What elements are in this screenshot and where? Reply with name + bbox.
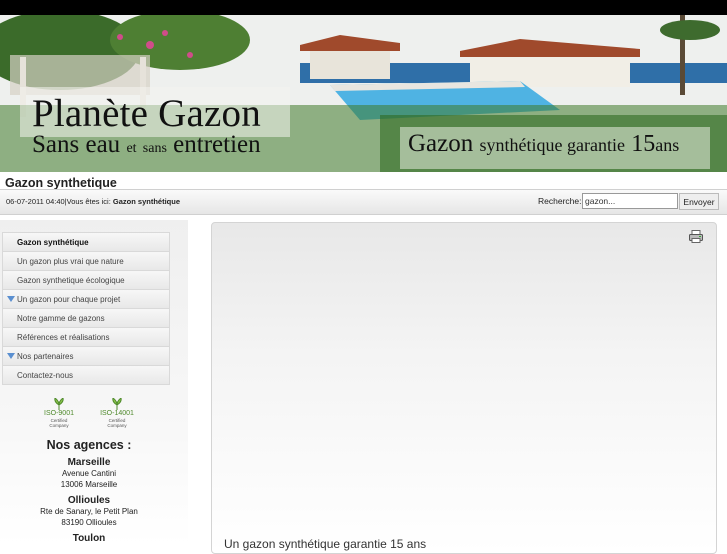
- agencies-title: Nos agences :: [46, 438, 132, 452]
- iso-14001-badge: ISO-14001 Certified Company: [100, 398, 134, 434]
- main-content: Un gazon synthétique garantie 15 ans: [211, 222, 717, 554]
- top-black-bar: [0, 0, 727, 15]
- search-input[interactable]: [582, 193, 678, 209]
- agency-city: Marseille: [67, 457, 111, 468]
- banner-tagline-right: Gazon synthétique garantie 15ans: [408, 130, 680, 157]
- sidebar-item-partenaires[interactable]: Nos partenaires: [2, 346, 170, 366]
- banner-title: Planète Gazon: [32, 92, 261, 135]
- sidebar-item-chaque-projet[interactable]: Un gazon pour chaque projet: [2, 289, 170, 309]
- content-heading: Un gazon synthétique garantie 15 ans: [224, 537, 427, 551]
- search-label: Recherche:: [538, 196, 582, 206]
- sidebar-item-vrai-que-nature[interactable]: Un gazon plus vrai que nature: [2, 251, 170, 271]
- banner-tagline-left: Sans eau et sans entretien: [32, 131, 261, 158]
- expand-arrow-icon: [7, 353, 15, 359]
- search-submit-button[interactable]: Envoyer: [679, 193, 719, 210]
- page-title: Gazon synthetique: [5, 176, 117, 190]
- agency-postcode: 13006 Marseille: [60, 480, 118, 489]
- leaf-icon: [54, 398, 64, 410]
- expand-arrow-icon: [7, 296, 15, 302]
- sidebar-item-gazon-synthetique[interactable]: Gazon synthétique: [2, 232, 170, 252]
- agency-city: Ollioules: [67, 495, 111, 506]
- sidebar-item-contact[interactable]: Contactez-nous: [2, 365, 170, 385]
- agency-city: Toulon: [72, 533, 106, 544]
- print-icon[interactable]: [689, 230, 703, 243]
- agencies-block: Nos agences : Marseille Avenue Cantini 1…: [0, 438, 178, 544]
- leaf-icon: [112, 398, 122, 410]
- sidebar-item-references[interactable]: Références et réalisations: [2, 327, 170, 347]
- iso-9001-badge: ISO-9001 Certified Company: [42, 398, 76, 434]
- agency-address: Rte de Sanary, le Petit Plan: [40, 507, 138, 516]
- breadcrumb: 06-07-2011 04:40|Vous êtes ici: Gazon sy…: [6, 197, 180, 206]
- agency-address: Avenue Cantini: [61, 469, 117, 478]
- breadcrumb-current: Gazon synthétique: [112, 197, 180, 206]
- agency-postcode: 83190 Ollioules: [61, 518, 117, 527]
- info-bar: 06-07-2011 04:40|Vous êtes ici: Gazon sy…: [0, 189, 727, 215]
- sidebar-item-gamme[interactable]: Notre gamme de gazons: [2, 308, 170, 328]
- sidebar-item-ecologique[interactable]: Gazon synthetique écologique: [2, 270, 170, 290]
- header-banner: Planète Gazon Sans eau et sans entretien…: [0, 15, 727, 172]
